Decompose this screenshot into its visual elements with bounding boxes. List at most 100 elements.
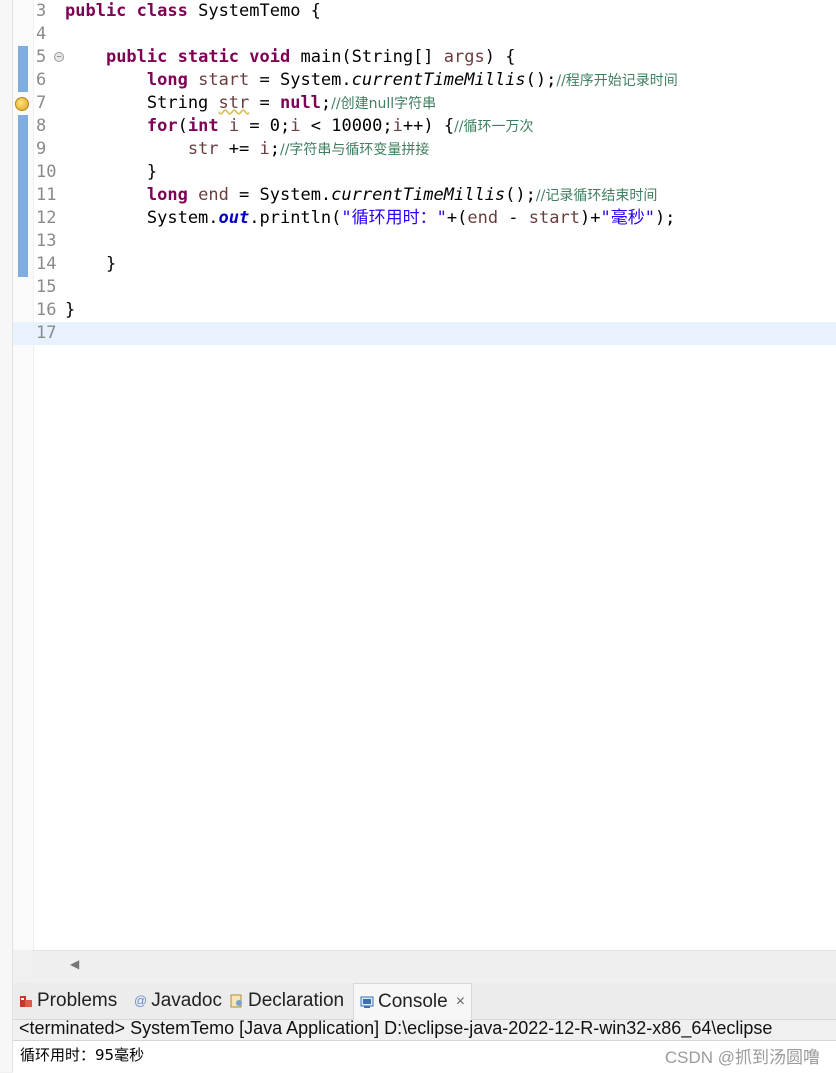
line-number: 4 [36,24,47,44]
code-token: args [443,47,485,67]
code-token: start [198,70,250,90]
declaration-icon [230,994,242,1008]
code-text: public class SystemTemo { [65,0,321,23]
javadoc-icon: @ [134,993,148,1008]
code-text: } [65,299,75,322]
code-token: //程序开始记录时间 [556,73,678,89]
code-token: i [392,116,403,136]
code-token: str [187,139,219,159]
code-lines: 3 public class SystemTemo {4 5− public sta… [13,0,836,345]
code-token: (); [505,185,536,205]
code-line[interactable]: 4 [13,23,836,46]
current-line[interactable]: 17 [13,322,836,345]
code-token: //记录循环结束时间 [535,188,658,204]
console-output-text: 循环用时：95毫秒 [20,1046,145,1064]
code-line[interactable]: 6 long start = System.currentTimeMillis(… [13,69,836,92]
code-text: } [65,161,157,184]
code-token: SystemTemo { [187,1,321,21]
line-number: 13 [36,231,57,251]
code-token: = System. [228,185,332,205]
code-token: String [65,93,219,113]
code-token: int [187,116,219,136]
code-text: for(int i = 0;i < 10000;i++) {//循环一万次 [65,115,534,139]
code-line[interactable]: 3 public class SystemTemo { [13,0,836,23]
code-token: = 0; [239,116,291,136]
code-line[interactable]: 10 } [13,161,836,184]
tab-label: Javadoc [151,990,222,1011]
code-line[interactable]: 5− public static void main(String[] args… [13,46,836,69]
code-token: currentTimeMillis [331,185,506,205]
line-number: 14 [36,254,57,274]
code-line[interactable]: 12 System.out.println("循环用时："+(end - sta… [13,207,836,230]
code-token: ++) { [402,116,455,136]
line-number: 8 [36,116,47,136]
code-token: } [65,254,117,274]
code-token: i [290,116,301,136]
code-token: } [65,162,158,182]
code-token: //字符串与循环变量拼接 [280,142,430,158]
code-line[interactable]: 13 [13,230,836,253]
code-text: } [65,253,116,276]
code-text: long start = System.currentTimeMillis();… [65,69,678,93]
code-token: +( [446,208,468,228]
tab-label: Console [378,991,448,1012]
code-token: currentTimeMillis [351,70,526,90]
line-number: 11 [36,185,57,205]
code-line[interactable]: 15 [13,276,836,299]
code-token: "循环用时：" [341,208,447,228]
code-token: start [528,208,580,228]
code-token: - [498,208,529,228]
line-number: 10 [36,162,57,182]
code-token: ); [654,208,676,228]
tab-console[interactable]: Console × [353,983,473,1020]
code-token: class [136,1,188,21]
code-token: ; [269,139,280,159]
fold-collapse-icon[interactable]: − [54,52,64,62]
line-number: 7 [36,93,47,113]
watermark: CSDN @抓到汤圆噜 [664,1048,820,1067]
close-icon[interactable]: × [456,984,465,1020]
code-token: = System. [249,70,352,90]
code-token: (); [525,70,557,90]
tab-problems[interactable]: Problems [19,983,117,1019]
code-token: public [105,47,168,67]
horizontal-scrollbar[interactable]: ◀ [32,950,836,978]
code-token: long [146,70,188,90]
code-token: )+ [579,208,601,228]
line-number: 6 [36,70,47,90]
code-token: ( [177,116,188,136]
code-token: str [218,93,250,113]
code-editor[interactable]: 3 public class SystemTemo {4 5− public sta… [13,0,836,950]
code-token: System. [65,208,219,228]
code-token: i [228,116,240,136]
code-line[interactable]: 7 String str = null;//创建null字符串 [13,92,836,115]
line-number: 17 [36,323,57,343]
code-line[interactable]: 14 } [13,253,836,276]
scroll-left-arrow-icon[interactable]: ◀ [70,957,79,971]
left-window-edge [0,0,13,1072]
code-text: System.out.println("循环用时："+(end - start)… [65,207,676,230]
line-number: 16 [36,300,57,320]
code-token: end [467,208,499,228]
code-text: long end = System.currentTimeMillis();//… [65,184,657,208]
code-line[interactable]: 16} [13,299,836,322]
code-token: < 10000; [300,116,393,136]
code-token: null [279,93,321,113]
code-text: String str = null;//创建null字符串 [65,92,436,116]
tab-label: Problems [37,990,118,1011]
code-token: void [249,47,291,67]
code-line[interactable]: 11 long end = System.currentTimeMillis()… [13,184,836,207]
code-line[interactable]: 9 str += i;//字符串与循环变量拼接 [13,138,836,161]
code-text: public static void main(String[] args) { [65,46,516,69]
code-token: ) { [484,47,516,67]
warning-lightbulb-icon[interactable] [15,97,29,111]
tab-declaration[interactable]: Declaration [230,983,344,1019]
tab-javadoc[interactable]: @ Javadoc [134,983,222,1019]
code-line[interactable]: 8 for(int i = 0;i < 10000;i++) {//循环一万次 [13,115,836,138]
